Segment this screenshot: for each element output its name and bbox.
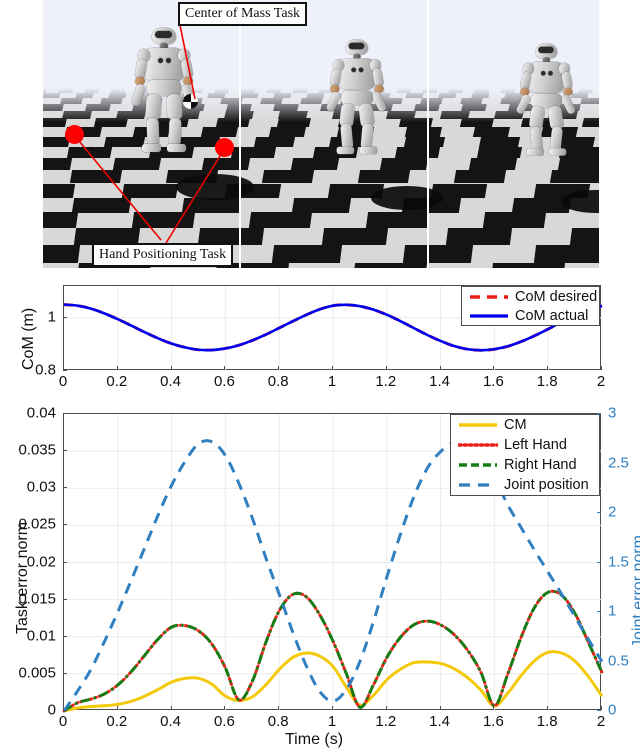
y-tick [63,316,67,318]
y-tick-label-right: 2 [608,503,617,521]
x-tick-label: 1.8 [536,713,558,730]
y-tick [63,635,67,637]
x-tick [170,706,172,710]
x-tick [601,706,602,710]
x-tick [332,366,333,370]
legend-label: Right Hand [504,457,577,473]
legend-label: CoM actual [515,307,589,324]
y-tick-label: 0.8 [35,361,56,379]
y-tick-label: 0.035 [18,441,56,459]
y-tick-label: 0.005 [18,664,56,682]
y-tick-label: 0.03 [26,478,56,496]
legend-label: CoM desired [515,288,598,305]
y-tick [63,413,67,414]
callout-hand-positioning-task: Hand Positioning Task [92,243,234,267]
y-tick-right [597,710,601,711]
x-tick [601,366,602,370]
annotation-leader-lines [73,24,226,244]
x-tick [332,706,333,710]
legend-item: CoM actual [462,306,599,325]
error-plot-legend: CM Left Hand Right Hand Joint position [450,414,600,496]
legend-item: Joint position [451,475,599,495]
x-tick-label: 0.4 [160,713,182,730]
y-tick [63,450,67,452]
y-tick [63,710,67,711]
y-tick [63,598,67,600]
x-tick [224,366,226,370]
y-tick-label: 0 [47,701,56,719]
x-tick-label: 0 [58,373,68,390]
x-tick-label: 1.8 [536,373,558,390]
x-tick-label: 0.2 [106,713,128,730]
x-tick [439,366,441,370]
y-tick-label-right: 3 [608,404,617,422]
legend-label: Joint position [504,477,589,493]
legend-item: CoM desired [462,287,599,306]
x-tick [439,706,441,710]
y-tick [63,524,67,526]
x-tick [547,366,549,370]
x-tick-label: 0.6 [213,713,235,730]
x-tick-label: 2 [596,373,606,390]
y-tick [63,672,67,674]
legend-item: Left Hand [451,435,599,455]
y-tick-right [597,611,601,612]
y-tick-label: 1 [47,308,56,326]
x-tick-label: 1.4 [429,373,451,390]
x-tick [278,706,280,710]
y-tick-label-right: 0.5 [608,652,629,669]
x-tick-label: 0.8 [267,713,289,730]
x-tick [170,366,172,370]
error-right-y-axis-title: Joint error norm [630,535,640,648]
x-tick-label: 1 [327,713,337,730]
x-tick-label: 1.6 [482,373,504,390]
com-y-axis-title: CoM (m) [20,307,37,370]
y-tick [63,370,67,371]
x-tick [385,706,387,710]
error-y-axis-title: Task error norm [14,521,31,634]
y-tick-label-right: 1 [608,602,617,620]
x-tick-label: 0.2 [106,373,128,390]
x-tick [547,706,549,710]
x-tick-label: 1.2 [375,373,397,390]
x-tick [116,366,118,370]
x-tick-label: 1.2 [375,713,397,730]
y-tick-right [597,512,601,513]
y-tick [63,561,67,563]
x-tick [385,366,387,370]
y-tick-label-right: 2.5 [608,454,629,471]
y-tick [63,487,67,489]
error-x-axis-title: Time (s) [285,731,344,748]
x-tick-label: 2 [596,713,606,730]
legend-label: Left Hand [504,437,567,453]
x-tick-label: 0 [58,713,68,730]
x-tick-label: 0.4 [160,373,182,390]
legend-item: Right Hand [451,455,599,475]
x-tick [224,706,226,710]
x-tick [493,366,495,370]
y-tick-right [597,561,601,563]
simulation-photo-panel: Center of Mass Task Hand Positioning Tas… [43,0,599,268]
y-tick-label: 0.04 [26,404,56,422]
y-tick-right [597,660,601,662]
x-tick-label: 1.6 [482,713,504,730]
y-tick-label-right: 1.5 [608,553,629,570]
x-tick-label: 0.6 [213,373,235,390]
x-tick [278,366,280,370]
x-tick [116,706,118,710]
y-tick-label-right: 0 [608,701,617,719]
x-tick-label: 1 [327,373,337,390]
legend-label: CM [504,417,527,433]
legend-item: CM [451,415,599,435]
x-tick [493,706,495,710]
x-tick-label: 1.4 [429,713,451,730]
com-plot-legend: CoM desired CoM actual [461,286,600,326]
x-tick-label: 0.8 [267,373,289,390]
callout-center-of-mass-task: Center of Mass Task [178,2,308,26]
